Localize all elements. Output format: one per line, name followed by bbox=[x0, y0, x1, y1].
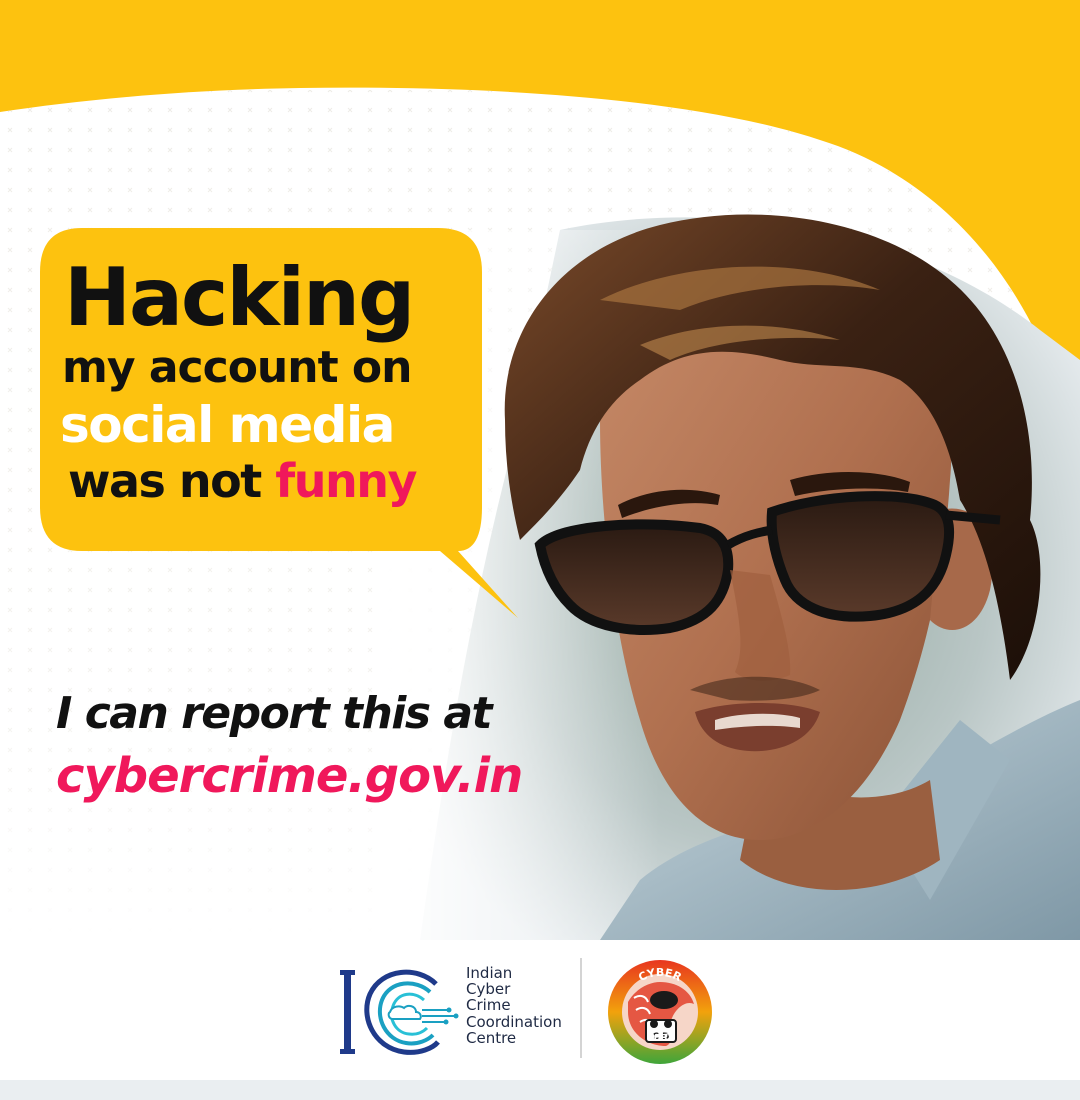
org-name-line: Cyber bbox=[466, 980, 511, 999]
org-name-line: Crime bbox=[466, 996, 511, 1015]
footer-strip bbox=[0, 1080, 1080, 1100]
footer-divider bbox=[580, 958, 582, 1058]
org-name: Indian Cyber Crime Coordination Centre bbox=[466, 965, 562, 1046]
report-line: I can report this at bbox=[56, 688, 493, 739]
headline-line-1: Hacking bbox=[64, 251, 415, 344]
headline-line-4-prefix: was not bbox=[68, 454, 276, 508]
headline-line-4: was not funny bbox=[68, 458, 480, 504]
org-name-line: Coordination bbox=[466, 1012, 562, 1031]
report-message: I can report this at cybercrime.gov.in bbox=[56, 688, 523, 801]
poster: Hacking my account on social media was n… bbox=[0, 0, 1080, 1100]
headline: Hacking my account on social media was n… bbox=[60, 251, 480, 505]
headline-line-2: my account on bbox=[62, 342, 412, 393]
headline-line-3: social media bbox=[60, 396, 395, 454]
headline-highlight: funny bbox=[275, 454, 417, 508]
org-name-line: Centre bbox=[466, 1028, 517, 1047]
i4c-logo-icon bbox=[340, 969, 459, 1055]
report-url-link[interactable]: cybercrime.gov.in bbox=[56, 752, 523, 800]
org-name-line: Indian bbox=[466, 964, 513, 982]
cyber-dost-badge-icon: C D CYBER DOST bbox=[608, 960, 712, 1064]
